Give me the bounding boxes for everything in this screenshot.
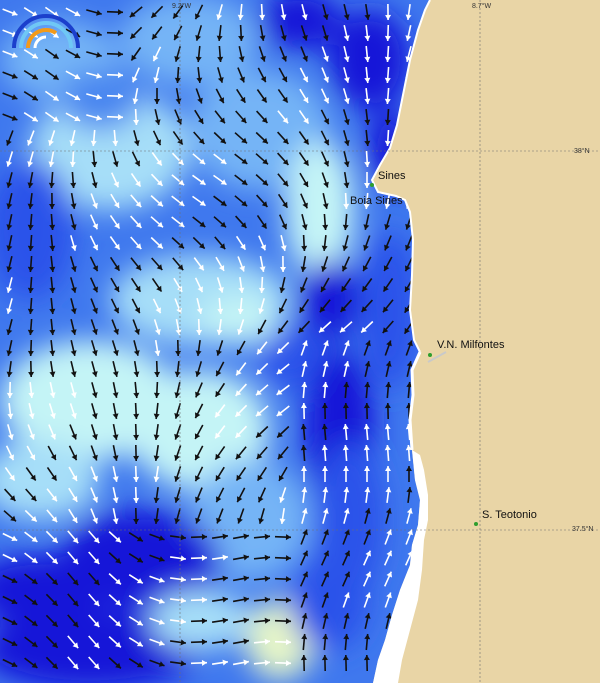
wind-speed-zone bbox=[330, 10, 410, 110]
wind-speed-zone bbox=[60, 70, 140, 130]
place-label-vn-milfontes: V.N. Milfontes bbox=[437, 339, 505, 351]
wind-speed-zone bbox=[285, 140, 355, 280]
place-label-boia-sines: Boia Sines bbox=[350, 195, 403, 207]
place-marker-s-teotonio bbox=[474, 522, 478, 526]
place-marker-vn-milfontes bbox=[428, 353, 432, 357]
wind-speed-zone bbox=[290, 550, 370, 650]
wind-speed-zone bbox=[200, 295, 280, 345]
map-canvas bbox=[0, 0, 600, 683]
longitude-label-right: 8.7°W bbox=[472, 3, 492, 10]
latitude-label-bottom: 37.5°N bbox=[572, 526, 594, 533]
place-label-sines: Sines bbox=[378, 170, 406, 182]
place-marker-sines bbox=[370, 183, 374, 187]
place-label-s-teotonio: S. Teotonio bbox=[482, 509, 537, 521]
wind-speed-zone bbox=[150, 590, 250, 650]
latitude-label-top: 38°N bbox=[574, 148, 590, 155]
wind-map: 9.2°W 8.7°W 38°N 37.5°N Sines Boia Sines… bbox=[0, 0, 600, 683]
longitude-label-left: 9.2°W bbox=[172, 3, 192, 10]
